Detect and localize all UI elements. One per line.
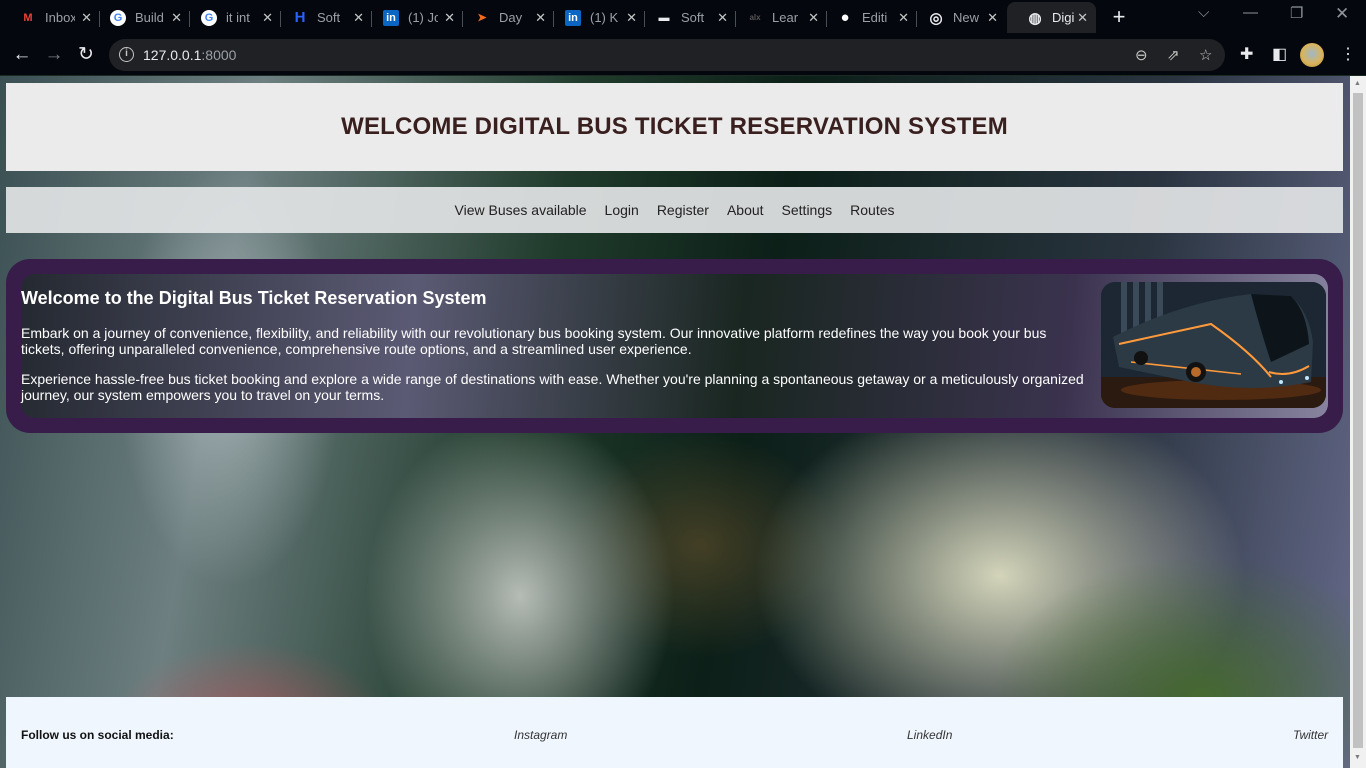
address-bar[interactable]: i 127.0.0.1:8000 ⊖ ⇗ ☆ <box>109 39 1225 71</box>
browser-tab[interactable]: in (1) K ✕ <box>545 2 645 33</box>
linkedin-link[interactable]: LinkedIn <box>907 728 952 742</box>
nav-view-buses[interactable]: View Buses available <box>455 202 587 218</box>
browser-tab[interactable]: ● Editi ✕ <box>817 2 917 33</box>
gmail-icon: M <box>23 11 33 24</box>
nav-register[interactable]: Register <box>657 202 709 218</box>
browser-tab[interactable]: G it int ✕ <box>181 2 281 33</box>
tab-title: it int <box>226 10 250 25</box>
page-title: WELCOME DIGITAL BUS TICKET RESERVATION S… <box>341 113 1008 140</box>
browser-tab[interactable]: H Soft ✕ <box>272 2 372 33</box>
site-header: WELCOME DIGITAL BUS TICKET RESERVATION S… <box>6 83 1343 171</box>
chrome-icon: ◎ <box>929 9 943 27</box>
close-window-icon[interactable]: ✕ <box>1335 4 1349 24</box>
scroll-up-icon[interactable]: ▲ <box>1354 80 1361 87</box>
linkedin-icon: in <box>383 9 399 26</box>
close-tab-icon[interactable]: ✕ <box>1077 10 1088 26</box>
browser-tab[interactable]: ➤ Day ✕ <box>454 2 554 33</box>
laptop-icon: ▬ <box>658 11 670 24</box>
welcome-paragraph: Embark on a journey of convenience, flex… <box>21 325 1047 357</box>
instagram-link[interactable]: Instagram <box>514 728 567 742</box>
tab-title: (1) K <box>590 10 619 25</box>
welcome-text: Welcome to the Digital Bus Ticket Reserv… <box>21 288 1091 417</box>
minimize-icon[interactable]: — <box>1243 4 1258 21</box>
close-tab-icon[interactable]: ✕ <box>987 10 998 26</box>
welcome-card: Welcome to the Digital Bus Ticket Reserv… <box>21 274 1328 418</box>
browser-tab[interactable]: in (1) Jo ✕ <box>363 2 463 33</box>
nav-about[interactable]: About <box>727 202 764 218</box>
dayjs-icon: ➤ <box>477 12 487 24</box>
reload-icon[interactable]: ↻ <box>74 43 98 67</box>
follow-label: Follow us on social media: <box>21 728 174 742</box>
browser-toolbar: ← → ↻ i 127.0.0.1:8000 ⊖ ⇗ ☆ ✚ ◧ ⋮ <box>0 35 1366 76</box>
menu-kebab-icon[interactable]: ⋮ <box>1340 44 1356 64</box>
alx-icon: alx <box>749 13 761 22</box>
tab-title: (1) Jo <box>408 10 438 25</box>
twitter-link[interactable]: Twitter <box>1293 728 1328 742</box>
browser-tab[interactable]: alx Lear ✕ <box>727 2 827 33</box>
tab-title: Soft <box>681 10 705 25</box>
scroll-down-icon[interactable]: ▼ <box>1354 754 1361 761</box>
tab-title: Build <box>135 10 164 25</box>
tab-title: Editi <box>862 10 888 25</box>
page-scrollbar[interactable]: ▲ ▼ <box>1350 76 1366 768</box>
nav-settings[interactable]: Settings <box>782 202 833 218</box>
site-footer: Follow us on social media: Instagram Lin… <box>6 697 1343 768</box>
browser-tab[interactable]: ▬ Soft ✕ <box>636 2 736 33</box>
browser-tab-active[interactable]: ◍ Digi ✕ <box>1007 2 1096 33</box>
main-nav: View Buses available Login Register Abou… <box>6 187 1343 233</box>
bookmark-star-icon[interactable]: ☆ <box>1199 46 1212 64</box>
new-tab-button[interactable]: + <box>1106 5 1132 31</box>
github-icon: ● <box>840 9 850 26</box>
linkedin-icon: in <box>565 9 581 26</box>
nav-routes[interactable]: Routes <box>850 202 894 218</box>
welcome-paragraph: Experience hassle-free bus ticket bookin… <box>21 371 1084 403</box>
tab-title: Lear <box>772 10 799 25</box>
profile-avatar[interactable] <box>1300 43 1324 67</box>
tab-title: Day <box>499 10 523 25</box>
bus-image <box>1101 282 1326 408</box>
tab-title: Inbox <box>45 10 75 25</box>
tab-title: New <box>953 10 980 25</box>
google-icon: G <box>201 9 217 26</box>
page-viewport: WELCOME DIGITAL BUS TICKET RESERVATION S… <box>0 76 1350 768</box>
welcome-section: Welcome to the Digital Bus Ticket Reserv… <box>6 259 1343 433</box>
extensions-icon[interactable]: ✚ <box>1240 44 1253 64</box>
share-icon[interactable]: ⇗ <box>1167 46 1180 64</box>
forward-icon[interactable]: → <box>42 43 66 67</box>
tab-title: Soft <box>317 10 341 25</box>
scrollbar-thumb[interactable] <box>1353 93 1363 748</box>
zoom-out-icon[interactable]: ⊖ <box>1135 46 1148 64</box>
welcome-heading: Welcome to the Digital Bus Ticket Reserv… <box>21 288 487 308</box>
hashnode-icon: H <box>294 9 306 26</box>
browser-tab[interactable]: G Build ✕ <box>90 2 190 33</box>
bus-illustration <box>1101 282 1326 408</box>
google-icon: G <box>110 9 126 26</box>
browser-tab[interactable]: M Inbox ✕ <box>0 2 100 33</box>
url-text[interactable]: 127.0.0.1:8000 <box>143 47 236 63</box>
tab-search-icon[interactable]: ⌵ <box>1198 4 1209 21</box>
browser-tab-strip: M Inbox ✕ G Build ✕ G it int ✕ H Soft ✕ … <box>0 0 1366 35</box>
site-info-icon[interactable]: i <box>119 47 134 62</box>
side-panel-icon[interactable]: ◧ <box>1272 44 1287 64</box>
restore-icon[interactable]: ❐ <box>1290 4 1303 22</box>
globe-icon: ◍ <box>1028 9 1042 27</box>
back-icon[interactable]: ← <box>10 43 34 67</box>
nav-login[interactable]: Login <box>605 202 639 218</box>
browser-tab[interactable]: ◎ New ✕ <box>908 2 1006 33</box>
